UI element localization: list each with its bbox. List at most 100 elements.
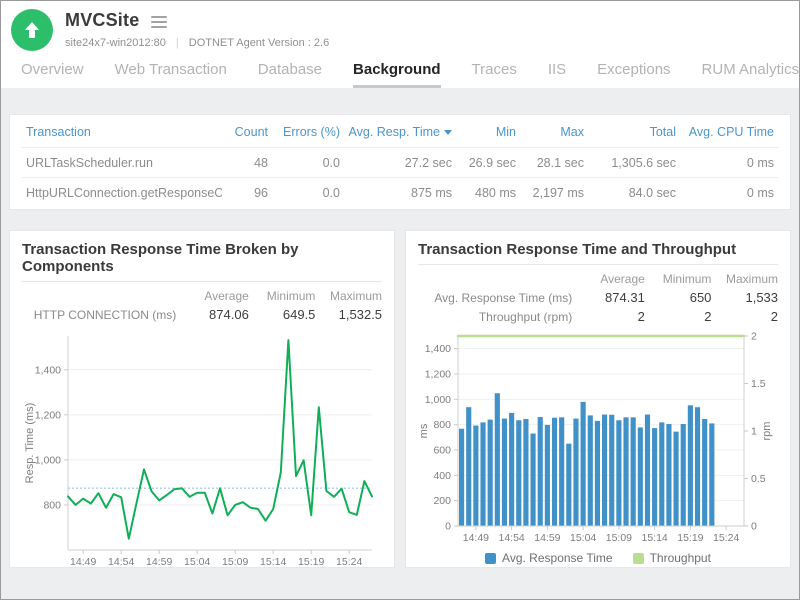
min-value: 26.9 sec	[456, 156, 520, 170]
chart-stats: Average Minimum Maximum Avg. Response Ti…	[418, 269, 778, 326]
errors-value: 0.0	[272, 186, 344, 200]
max-value: 28.1 sec	[520, 156, 588, 170]
svg-text:15:09: 15:09	[606, 532, 632, 544]
stat-header-minimum: Minimum	[645, 272, 712, 286]
svg-text:1,200: 1,200	[425, 369, 451, 381]
table-row[interactable]: HttpURLConnection.getResponseCode 96 0.0…	[22, 177, 778, 207]
components-chart-card: Transaction Response Time Broken by Comp…	[9, 230, 395, 568]
legend-avg-response-time: Avg. Response Time	[485, 551, 613, 565]
response-throughput-bar-chart: 02004006008001,0001,2001,40000.511.5214:…	[418, 328, 778, 551]
app-window: MVCSite site24x7-win2012:80 | DOTNET Age…	[0, 0, 800, 600]
total-value: 1,305.6 sec	[588, 156, 680, 170]
agent-version: DOTNET Agent Version : 2.6	[189, 37, 329, 49]
chart-stats: Average Minimum Maximum HTTP CONNECTION …	[22, 286, 382, 324]
svg-text:15:14: 15:14	[641, 532, 667, 544]
svg-text:200: 200	[433, 495, 451, 507]
legend-swatch-response	[485, 553, 496, 564]
min-value: 480 ms	[456, 186, 520, 200]
response-time-line-chart: 8001,0001,2001,40014:4914:5414:5915:0415…	[22, 326, 382, 568]
svg-text:1,200: 1,200	[35, 409, 61, 421]
throughput-chart-card: Transaction Response Time and Throughput…	[405, 230, 791, 568]
legend-swatch-throughput	[633, 553, 644, 564]
svg-text:15:19: 15:19	[298, 556, 324, 568]
stat-header-minimum: Minimum	[249, 289, 316, 303]
tab-database[interactable]: Database	[258, 61, 322, 88]
sort-desc-caret-icon	[444, 130, 452, 135]
svg-text:14:49: 14:49	[463, 532, 489, 544]
svg-text:15:04: 15:04	[184, 556, 210, 568]
stat-header-average: Average	[578, 272, 645, 286]
svg-text:800: 800	[43, 499, 61, 511]
column-header-errors[interactable]: Errors (%)	[272, 125, 344, 139]
svg-text:400: 400	[433, 470, 451, 482]
svg-text:2: 2	[751, 331, 757, 343]
stat-maximum: 1,532.5	[315, 307, 382, 322]
hamburger-menu-icon[interactable]	[151, 14, 167, 28]
svg-text:800: 800	[433, 419, 451, 431]
svg-text:1.5: 1.5	[751, 378, 766, 390]
legend-throughput: Throughput	[633, 551, 711, 565]
column-header-avg-resp-time[interactable]: Avg. Resp. Time	[344, 125, 456, 139]
tab-traces[interactable]: Traces	[472, 61, 517, 88]
avg-resp-time-value: 27.2 sec	[344, 156, 456, 170]
tab-overview[interactable]: Overview	[21, 61, 84, 88]
table-header-row: Transaction Count Errors (%) Avg. Resp. …	[22, 117, 778, 147]
stat-minimum: 650	[645, 290, 712, 305]
tab-exceptions[interactable]: Exceptions	[597, 61, 670, 88]
tab-rum-analytics[interactable]: RUM Analytics	[702, 61, 800, 88]
svg-text:0: 0	[751, 521, 757, 533]
stat-header-average: Average	[182, 289, 249, 303]
chart-title: Transaction Response Time Broken by Comp…	[22, 239, 382, 281]
count-value: 96	[222, 186, 272, 200]
line-chart-svg: 8001,0001,2001,40014:4914:5414:5915:0415…	[22, 326, 380, 568]
chart-legend: Avg. Response Time Throughput	[418, 551, 778, 565]
svg-text:0: 0	[445, 521, 451, 533]
column-header-total[interactable]: Total	[588, 125, 680, 139]
stat-maximum: 1,533	[711, 290, 778, 305]
bar-chart-svg: 02004006008001,0001,2001,40000.511.5214:…	[418, 328, 776, 546]
stat-average: 874.06	[182, 307, 249, 322]
svg-text:15:24: 15:24	[336, 556, 362, 568]
svg-text:1: 1	[751, 426, 757, 438]
column-header-avg-cpu-time[interactable]: Avg. CPU Time	[680, 125, 778, 139]
tab-iis[interactable]: IIS	[548, 61, 566, 88]
chart-title: Transaction Response Time and Throughput	[418, 239, 778, 264]
svg-text:ms: ms	[418, 423, 430, 438]
transactions-table: Transaction Count Errors (%) Avg. Resp. …	[9, 114, 791, 210]
stat-average: 2	[578, 309, 645, 324]
svg-text:600: 600	[433, 445, 451, 457]
page-content: Transaction Count Errors (%) Avg. Resp. …	[1, 88, 799, 600]
stat-minimum: 2	[645, 309, 712, 324]
table-row[interactable]: URLTaskScheduler.run 48 0.0 27.2 sec 26.…	[22, 147, 778, 177]
transaction-name[interactable]: URLTaskScheduler.run	[22, 156, 222, 170]
svg-text:0.5: 0.5	[751, 473, 766, 485]
svg-text:15:14: 15:14	[260, 556, 286, 568]
stat-average: 874.31	[578, 290, 645, 305]
tab-background[interactable]: Background	[353, 61, 441, 88]
series-label: Avg. Response Time (ms)	[418, 291, 578, 305]
monitor-status-icon	[11, 9, 53, 51]
svg-text:1,400: 1,400	[425, 343, 451, 355]
tab-bar: Overview Web Transaction Database Backgr…	[11, 51, 787, 88]
monitor-header: MVCSite site24x7-win2012:80 | DOTNET Age…	[1, 1, 799, 88]
svg-text:Resp. Time (ms): Resp. Time (ms)	[24, 403, 36, 484]
subtitle-separator: |	[176, 37, 179, 49]
series-label: HTTP CONNECTION (ms)	[22, 308, 182, 322]
count-value: 48	[222, 156, 272, 170]
stat-header-maximum: Maximum	[711, 272, 778, 286]
series-label: Throughput (rpm)	[418, 310, 578, 324]
tab-web-transaction[interactable]: Web Transaction	[115, 61, 227, 88]
column-header-min[interactable]: Min	[456, 125, 520, 139]
total-value: 84.0 sec	[588, 186, 680, 200]
monitor-title: MVCSite	[65, 10, 139, 31]
column-header-transaction[interactable]: Transaction	[22, 125, 222, 139]
transaction-name[interactable]: HttpURLConnection.getResponseCode	[22, 186, 222, 200]
errors-value: 0.0	[272, 156, 344, 170]
column-header-count[interactable]: Count	[222, 125, 272, 139]
svg-text:1,400: 1,400	[35, 364, 61, 376]
column-header-max[interactable]: Max	[520, 125, 588, 139]
svg-text:14:54: 14:54	[498, 532, 524, 544]
svg-text:1,000: 1,000	[35, 454, 61, 466]
svg-text:14:49: 14:49	[70, 556, 96, 568]
avg-resp-time-value: 875 ms	[344, 186, 456, 200]
